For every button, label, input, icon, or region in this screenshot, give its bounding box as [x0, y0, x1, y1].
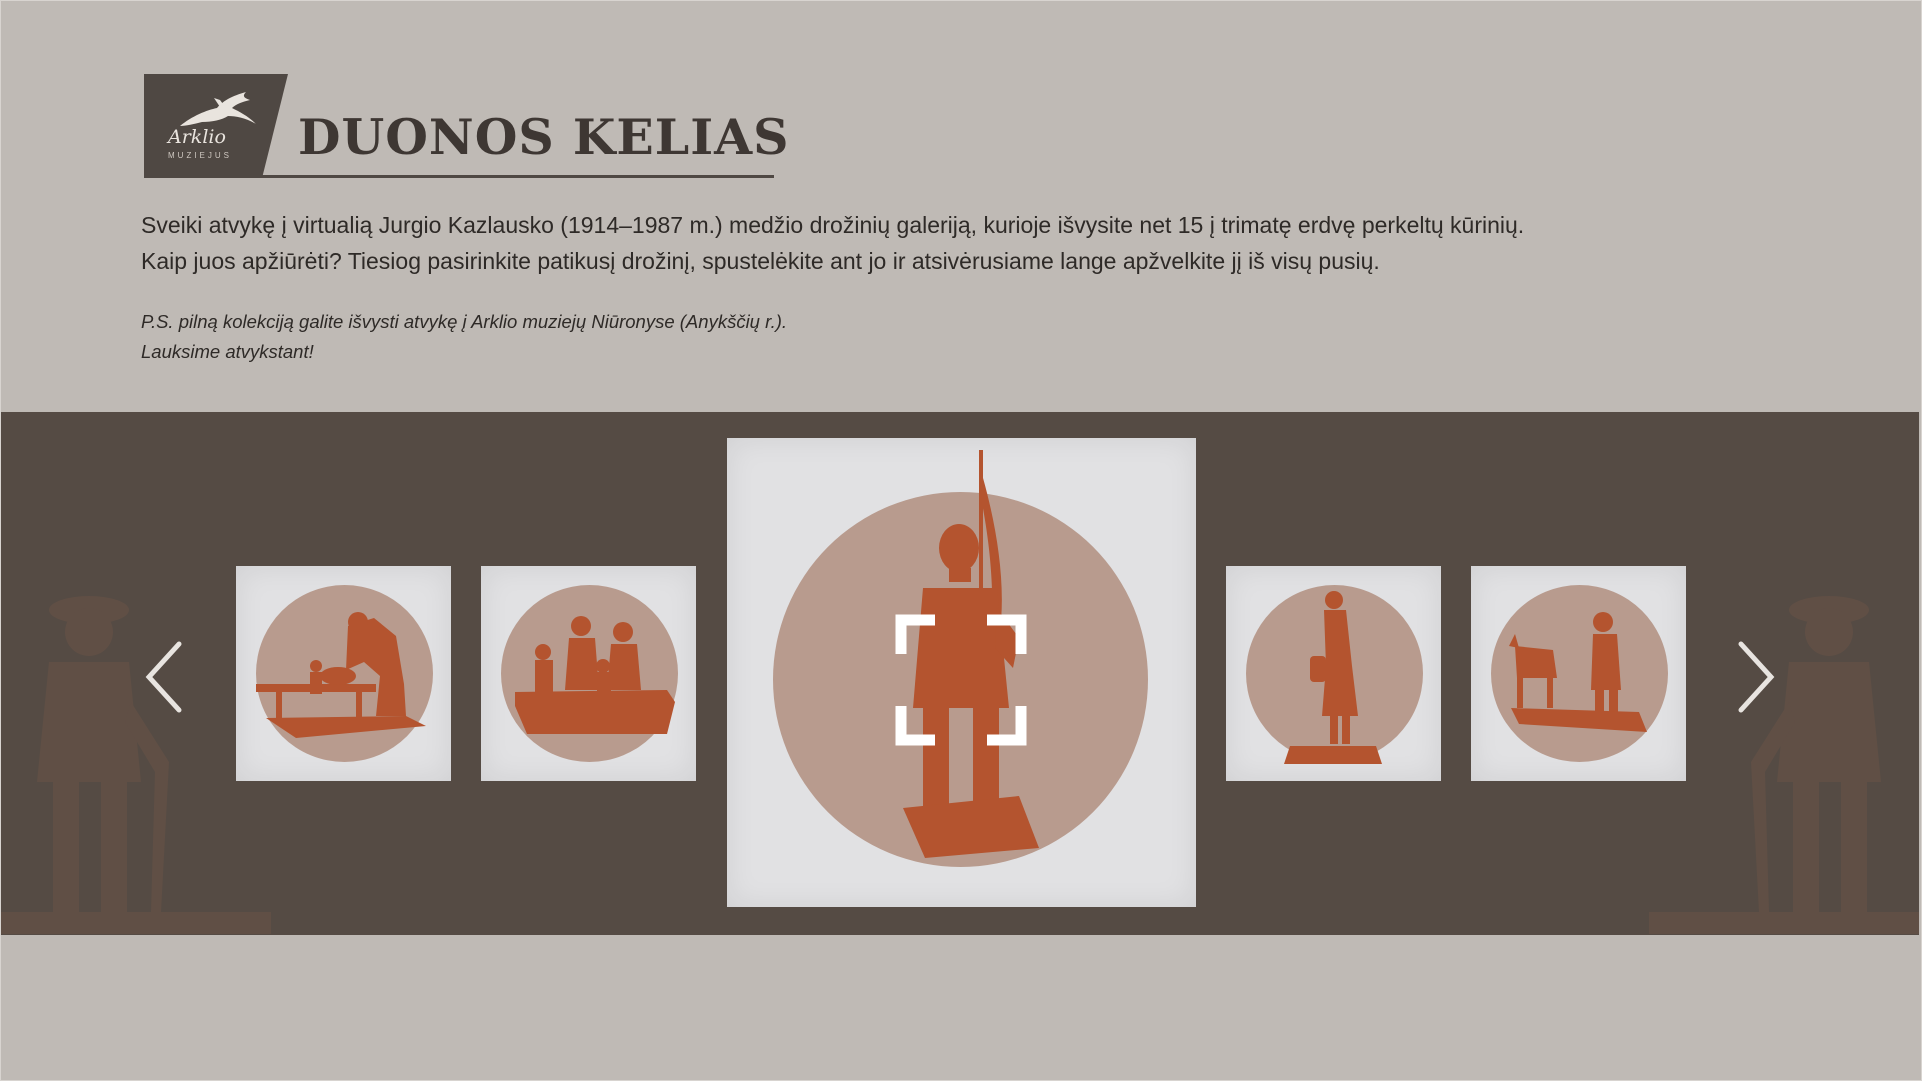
title-underline — [144, 175, 774, 178]
intro-text: Sveiki atvykę į virtualią Jurgio Kazlaus… — [141, 207, 1761, 279]
gallery-prev-button[interactable] — [135, 632, 195, 722]
logo-subtitle: MUZIEJUS — [168, 151, 232, 160]
gallery-next-button[interactable] — [1725, 632, 1785, 722]
carving-gallery — [1, 412, 1919, 935]
page-title: DUONOS KELIAS — [298, 108, 790, 166]
gallery-item-1[interactable] — [236, 566, 451, 781]
fullscreen-expand-icon[interactable] — [895, 614, 1027, 746]
gallery-item-5[interactable] — [1471, 566, 1686, 781]
carving-family-table-image — [515, 616, 675, 734]
postscript-line-1: P.S. pilną kolekciją galite išvysti atvy… — [141, 311, 788, 332]
intro-line-2: Kaip juos apžiūrėti? Tiesiog pasirinkite… — [141, 248, 1380, 274]
logo-wordmark: Arklio — [168, 126, 226, 148]
carving-horse-plowman-image — [1509, 612, 1647, 732]
chevron-right-icon — [1738, 641, 1775, 713]
carving-woman-jug-image — [1284, 591, 1382, 764]
gallery-item-2[interactable] — [481, 566, 696, 781]
gallery-item-3-active[interactable] — [727, 438, 1196, 907]
chevron-left-icon — [145, 641, 182, 713]
carving-woman-kneading-image — [256, 612, 426, 738]
gallery-item-4[interactable] — [1226, 566, 1441, 781]
postscript-text: P.S. pilną kolekciją galite išvysti atvy… — [141, 307, 1141, 367]
postscript-line-2: Lauksime atvykstant! — [141, 341, 314, 362]
intro-line-1: Sveiki atvykę į virtualią Jurgio Kazlaus… — [141, 212, 1525, 238]
